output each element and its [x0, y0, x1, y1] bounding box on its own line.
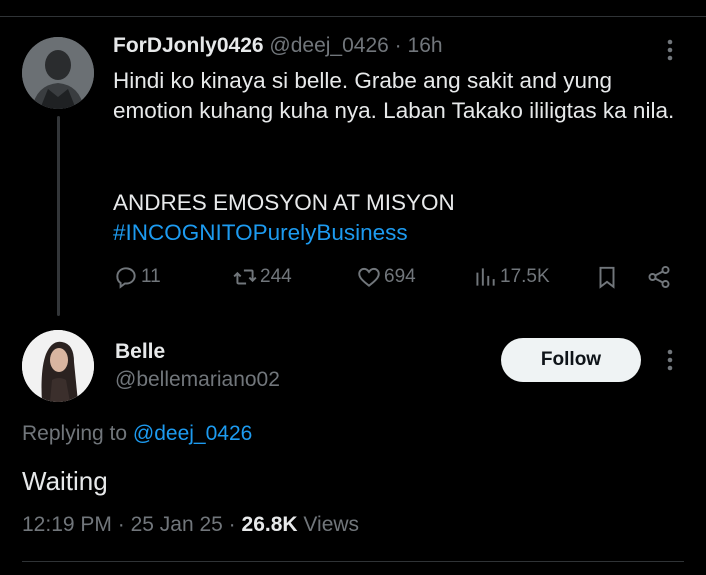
retweet-icon [233, 269, 257, 285]
like-icon [358, 267, 380, 287]
reply-icon [116, 267, 136, 289]
tweet1-hashtag[interactable]: #INCOGNITOPurelyBusiness [113, 218, 408, 248]
top-divider [0, 16, 706, 17]
avatar-belle[interactable] [22, 330, 94, 402]
tweet1-separator: · [394, 34, 402, 57]
replying-handle-link[interactable]: @deej_0426 [133, 422, 252, 445]
more-icon [667, 39, 673, 61]
tweet1-display-name[interactable]: ForDJonly0426 [113, 34, 264, 57]
replying-to: Replying to @deej_0426 [22, 422, 252, 446]
meta-separator: · [117, 513, 125, 536]
tweet2-text: Waiting [22, 466, 108, 496]
tweet1-header: ForDJonly0426 @deej_0426 · 16h [113, 34, 443, 58]
replying-prefix: Replying to [22, 422, 128, 445]
tweet2-time[interactable]: 12:19 PM [22, 513, 112, 536]
retweet-button[interactable]: 244 [232, 262, 292, 292]
tweet2-display-name[interactable]: Belle [115, 340, 165, 364]
tweet2-views-count: 26.8K [241, 513, 298, 536]
thread-connector [57, 116, 60, 316]
avatar-photo [22, 330, 94, 402]
retweet-count: 244 [260, 266, 292, 287]
avatar-fordjonly[interactable] [22, 37, 94, 109]
like-count: 694 [384, 266, 416, 287]
bookmark-icon [599, 266, 615, 289]
reply-count: 11 [141, 266, 161, 287]
tweet1-text: Hindi ko kinaya si belle. Grabe ang saki… [113, 68, 675, 123]
views-count: 17.5K [500, 266, 550, 287]
bookmark-button[interactable] [594, 262, 620, 292]
tweet1-caps-line: ANDRES EMOSYON AT MISYON [113, 190, 455, 215]
views-button[interactable]: 17.5K [472, 262, 550, 292]
follow-button[interactable]: Follow [501, 338, 641, 382]
views-icon [476, 268, 495, 286]
like-button[interactable]: 694 [356, 262, 416, 292]
tweet1-time[interactable]: 16h [408, 34, 443, 57]
tweet2-meta: 12:19 PM · 25 Jan 25 · 26.8K Views [22, 513, 359, 537]
more-icon [667, 349, 673, 371]
tweet1-more-button[interactable] [660, 36, 680, 64]
bottom-divider [22, 561, 684, 562]
tweet2-views-label: Views [303, 513, 360, 536]
tweet2-more-button[interactable] [660, 346, 680, 374]
tweet1-handle[interactable]: @deej_0426 [269, 34, 388, 57]
tweet1-body: Hindi ko kinaya si belle. Grabe ang saki… [113, 66, 683, 126]
share-icon [648, 265, 670, 289]
reply-button[interactable]: 11 [113, 262, 161, 292]
meta-separator: · [228, 513, 236, 536]
tweet2-date[interactable]: 25 Jan 25 [131, 513, 223, 536]
tweet2-handle[interactable]: @bellemariano02 [115, 368, 280, 392]
share-button[interactable] [646, 262, 672, 292]
avatar-photo [22, 37, 94, 109]
